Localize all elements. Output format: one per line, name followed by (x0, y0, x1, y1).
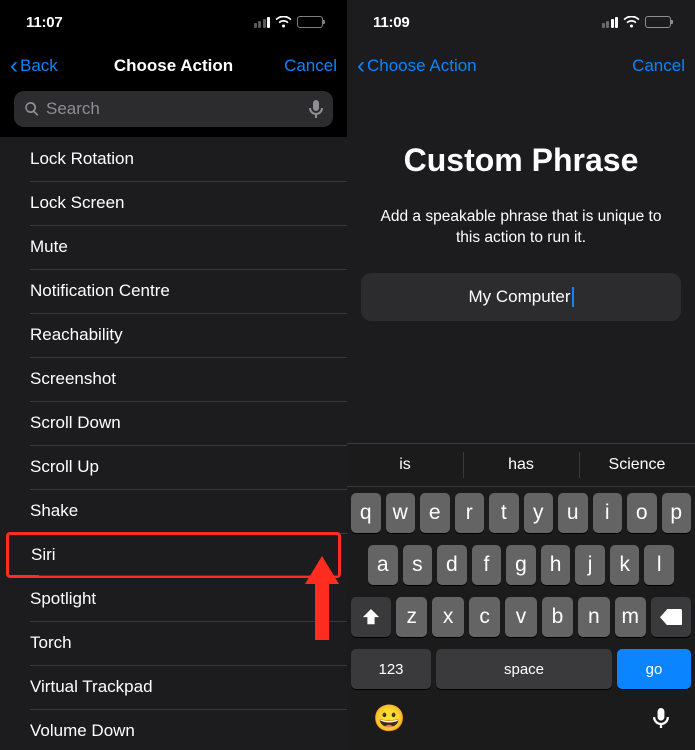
chevron-left-icon: ‹ (10, 54, 18, 78)
search-input[interactable]: Search (14, 91, 333, 127)
action-virtual-trackpad[interactable]: Virtual Trackpad (0, 665, 347, 709)
keyboard-row-2: asdfghjkl (347, 539, 695, 591)
key-s[interactable]: s (403, 545, 433, 585)
key-x[interactable]: x (432, 597, 463, 637)
key-g[interactable]: g (506, 545, 536, 585)
action-spotlight[interactable]: Spotlight (0, 577, 347, 621)
wifi-icon (623, 16, 640, 28)
action-lock-rotation[interactable]: Lock Rotation (0, 137, 347, 181)
battery-icon (645, 16, 671, 28)
key-i[interactable]: i (593, 493, 623, 533)
key-h[interactable]: h (541, 545, 571, 585)
keyboard-row-1: qwertyuiop (347, 487, 695, 539)
action-torch[interactable]: Torch (0, 621, 347, 665)
key-l[interactable]: l (644, 545, 674, 585)
cellular-icon (254, 17, 271, 28)
cancel-button[interactable]: Cancel (632, 56, 685, 76)
keyboard-suggestions: is has Science (347, 443, 695, 487)
action-volume-down[interactable]: Volume Down (0, 709, 347, 750)
search-placeholder: Search (46, 99, 309, 119)
key-f[interactable]: f (472, 545, 502, 585)
key-r[interactable]: r (455, 493, 485, 533)
action-notification-centre[interactable]: Notification Centre (0, 269, 347, 313)
key-k[interactable]: k (610, 545, 640, 585)
action-mute[interactable]: Mute (0, 225, 347, 269)
suggestion-2[interactable]: has (463, 444, 579, 486)
key-e[interactable]: e (420, 493, 450, 533)
key-m[interactable]: m (615, 597, 646, 637)
action-siri[interactable]: Siri (6, 532, 341, 578)
suggestion-3[interactable]: Science (579, 444, 695, 486)
key-n[interactable]: n (578, 597, 609, 637)
screen-custom-phrase: 11:09 ‹ Choose Action Cancel Custom Phra… (347, 0, 695, 750)
back-label: Back (20, 56, 58, 76)
key-p[interactable]: p (662, 493, 692, 533)
key-j[interactable]: j (575, 545, 605, 585)
emoji-button[interactable]: 😀 (373, 703, 405, 734)
search-icon (24, 101, 40, 117)
status-time: 11:07 (26, 14, 63, 31)
key-w[interactable]: w (386, 493, 416, 533)
key-q[interactable]: q (351, 493, 381, 533)
keyboard-row-3: zxcvbnm (347, 591, 695, 643)
action-reachability[interactable]: Reachability (0, 313, 347, 357)
nav-bar: ‹ Back Choose Action Cancel (0, 44, 347, 88)
heading-custom-phrase: Custom Phrase (347, 142, 695, 179)
key-123[interactable]: 123 (351, 649, 431, 689)
cellular-icon (602, 17, 619, 28)
action-lock-screen[interactable]: Lock Screen (0, 181, 347, 225)
key-u[interactable]: u (558, 493, 588, 533)
chevron-left-icon: ‹ (357, 54, 365, 78)
battery-icon (297, 16, 323, 28)
back-button[interactable]: ‹ Back (10, 54, 58, 78)
keyboard-footer: 😀 (347, 695, 695, 750)
key-space[interactable]: space (436, 649, 612, 689)
mic-icon[interactable] (309, 100, 323, 118)
phrase-input-value: My Computer (468, 287, 570, 307)
nav-bar: ‹ Choose Action Cancel (347, 44, 695, 88)
action-scroll-up[interactable]: Scroll Up (0, 445, 347, 489)
key-z[interactable]: z (396, 597, 427, 637)
action-screenshot[interactable]: Screenshot (0, 357, 347, 401)
status-bar: 11:07 (0, 0, 347, 44)
key-c[interactable]: c (469, 597, 500, 637)
back-button[interactable]: ‹ Choose Action (357, 54, 477, 78)
key-go[interactable]: go (617, 649, 691, 689)
key-y[interactable]: y (524, 493, 554, 533)
key-a[interactable]: a (368, 545, 398, 585)
key-d[interactable]: d (437, 545, 467, 585)
key-shift[interactable] (351, 597, 391, 637)
back-label: Choose Action (367, 56, 477, 76)
dictation-button[interactable] (653, 708, 669, 730)
status-indicators (254, 16, 324, 28)
key-o[interactable]: o (627, 493, 657, 533)
suggestion-1[interactable]: is (347, 444, 463, 486)
actions-list[interactable]: Lock RotationLock ScreenMuteNotification… (0, 137, 347, 750)
keyboard: is has Science qwertyuiopasdfghjklzxcvbn… (347, 443, 695, 750)
phrase-input[interactable]: My Computer (361, 273, 681, 321)
wifi-icon (275, 16, 292, 28)
keyboard-row-bottom: 123 space go (347, 643, 695, 695)
description-text: Add a speakable phrase that is unique to… (375, 207, 667, 249)
status-indicators (602, 16, 672, 28)
key-v[interactable]: v (505, 597, 536, 637)
action-shake[interactable]: Shake (0, 489, 347, 533)
key-b[interactable]: b (542, 597, 573, 637)
action-scroll-down[interactable]: Scroll Down (0, 401, 347, 445)
key-backspace[interactable] (651, 597, 691, 637)
status-time: 11:09 (373, 14, 410, 31)
text-cursor (572, 287, 574, 307)
cancel-button[interactable]: Cancel (284, 56, 337, 76)
key-t[interactable]: t (489, 493, 519, 533)
screen-choose-action: 11:07 ‹ Back Choose Action Cancel Search… (0, 0, 347, 750)
status-bar: 11:09 (347, 0, 695, 44)
